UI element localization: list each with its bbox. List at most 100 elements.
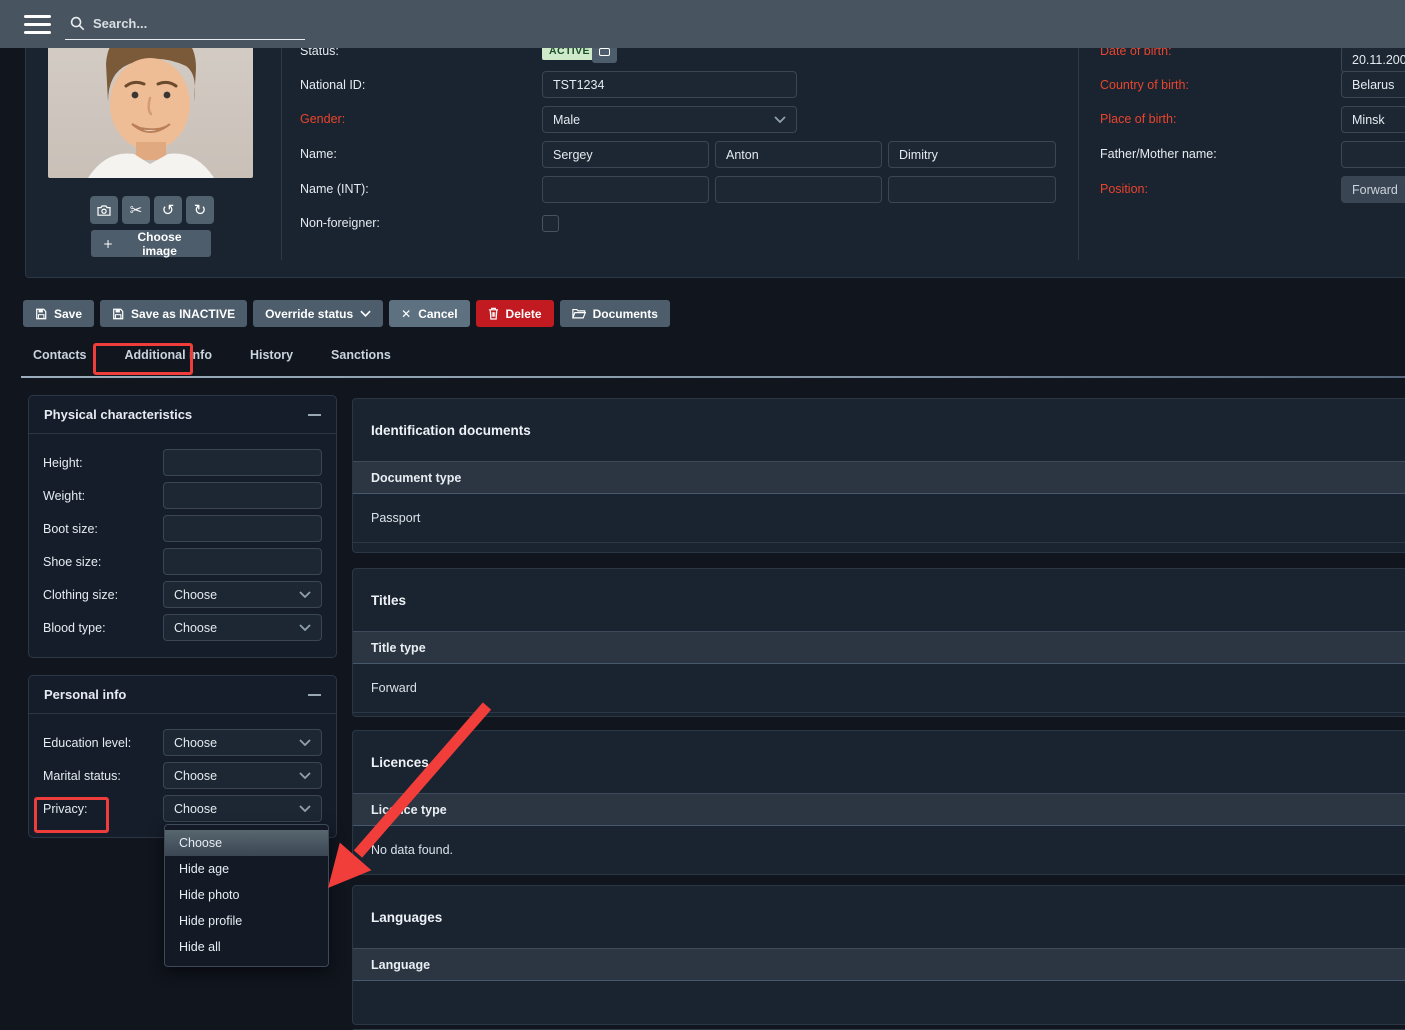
country-of-birth-input[interactable] — [1341, 71, 1405, 98]
chevron-down-icon — [299, 805, 311, 812]
table-column-header: Document type — [353, 461, 1405, 494]
table-row[interactable]: Passport — [353, 494, 1405, 543]
chevron-down-icon — [299, 624, 311, 631]
field-row-privacy: Privacy: Choose — [43, 795, 322, 822]
gender-value: Male — [553, 113, 580, 127]
save-label: Save — [54, 307, 82, 321]
height-input[interactable] — [163, 449, 322, 476]
crop-button[interactable]: ✂ — [122, 196, 150, 224]
field-row-marital: Marital status: Choose — [43, 762, 322, 789]
marital-status-label: Marital status: — [43, 769, 121, 783]
table-row — [353, 981, 1405, 1030]
save-button[interactable]: Save — [23, 300, 94, 327]
privacy-label: Privacy: — [43, 802, 87, 816]
name-int-first-input[interactable] — [542, 176, 709, 203]
field-row-height: Height: — [43, 449, 322, 476]
column-label: Licence type — [371, 803, 447, 817]
personal-info-panel: Personal info Education level: Choose Ma… — [28, 675, 337, 838]
education-level-label: Education level: — [43, 736, 131, 750]
name-label: Name: — [300, 147, 337, 161]
delete-button[interactable]: Delete — [476, 300, 554, 327]
place-of-birth-input[interactable] — [1341, 106, 1405, 133]
table-row-empty: No data found. — [353, 826, 1405, 875]
education-level-value: Choose — [174, 736, 217, 750]
name-first-input[interactable] — [542, 141, 709, 168]
shoe-size-input[interactable] — [163, 548, 322, 575]
blood-type-select[interactable]: Choose — [163, 614, 322, 641]
licences-section: Licences Licence type No data found. — [352, 730, 1405, 875]
blood-type-label: Blood type: — [43, 621, 106, 635]
field-row-blood-type: Blood type: Choose — [43, 614, 322, 641]
rotate-left-button[interactable]: ↺ — [154, 196, 182, 224]
boot-size-input[interactable] — [163, 515, 322, 542]
table-column-header: Title type — [353, 631, 1405, 664]
cell-value: Forward — [371, 681, 417, 695]
documents-label: Documents — [593, 307, 658, 321]
camera-button[interactable] — [90, 196, 118, 224]
cancel-button[interactable]: ✕ Cancel — [389, 300, 469, 327]
weight-input[interactable] — [163, 482, 322, 509]
non-foreigner-label: Non-foreigner: — [300, 216, 380, 230]
tab-contacts[interactable]: Contacts — [33, 348, 86, 362]
save-icon — [112, 308, 124, 320]
collapse-icon[interactable] — [308, 694, 321, 696]
tab-sanctions[interactable]: Sanctions — [331, 348, 391, 362]
weight-label: Weight: — [43, 489, 85, 503]
tab-history[interactable]: History — [250, 348, 293, 362]
rotate-left-icon: ↺ — [162, 201, 175, 219]
privacy-dropdown-menu: Choose Hide age Hide photo Hide profile … — [164, 824, 329, 967]
search-input[interactable] — [93, 16, 273, 31]
rotate-right-button[interactable]: ↻ — [186, 196, 214, 224]
chevron-down-icon — [774, 116, 786, 123]
hamburger-menu-icon[interactable] — [24, 15, 51, 34]
dob-input[interactable] — [1341, 46, 1405, 73]
plus-icon: + — [103, 237, 113, 251]
clothing-size-label: Clothing size: — [43, 588, 118, 602]
name-middle-input[interactable] — [715, 141, 882, 168]
name-int-last-input[interactable] — [888, 176, 1056, 203]
marital-status-select[interactable]: Choose — [163, 762, 322, 789]
blood-type-value: Choose — [174, 621, 217, 635]
rotate-right-icon: ↻ — [194, 201, 207, 219]
physical-characteristics-panel: Physical characteristics Height: Weight:… — [28, 395, 337, 658]
boot-size-label: Boot size: — [43, 522, 98, 536]
national-id-input[interactable] — [542, 71, 797, 98]
dropdown-option-choose[interactable]: Choose — [165, 830, 328, 856]
country-of-birth-label: Country of birth: — [1100, 78, 1189, 92]
tab-bar: Contacts Additional info History Sanctio… — [33, 348, 391, 362]
gender-select[interactable]: Male — [542, 106, 797, 133]
physical-panel-title: Physical characteristics — [44, 407, 192, 422]
dropdown-option-hide-photo[interactable]: Hide photo — [165, 882, 328, 908]
father-mother-input[interactable] — [1341, 141, 1405, 168]
clothing-size-select[interactable]: Choose — [163, 581, 322, 608]
tab-underline — [21, 376, 1405, 378]
national-id-label: National ID: — [300, 78, 365, 92]
collapse-icon[interactable] — [308, 414, 321, 416]
tab-additional-info[interactable]: Additional info — [124, 348, 211, 362]
choose-image-button[interactable]: + Choose image — [91, 230, 211, 257]
education-level-select[interactable]: Choose — [163, 729, 322, 756]
privacy-value: Choose — [174, 802, 217, 816]
name-last-input[interactable] — [888, 141, 1056, 168]
personal-panel-title: Personal info — [44, 687, 126, 702]
chevron-down-icon — [299, 739, 311, 746]
dropdown-option-hide-all[interactable]: Hide all — [165, 934, 328, 960]
non-foreigner-checkbox[interactable] — [542, 215, 559, 232]
table-row[interactable]: Forward — [353, 664, 1405, 713]
documents-button[interactable]: Documents — [560, 300, 670, 327]
field-row-weight: Weight: — [43, 482, 322, 509]
dropdown-option-hide-profile[interactable]: Hide profile — [165, 908, 328, 934]
dropdown-option-hide-age[interactable]: Hide age — [165, 856, 328, 882]
action-bar: Save Save as INACTIVE Override status ✕ … — [23, 300, 670, 327]
override-status-label: Override status — [265, 307, 353, 321]
name-int-middle-input[interactable] — [715, 176, 882, 203]
privacy-select[interactable]: Choose — [163, 795, 322, 822]
delete-label: Delete — [506, 307, 542, 321]
photo-toolbar: ✂ ↺ ↻ — [90, 196, 214, 224]
camera-icon — [97, 205, 111, 216]
override-status-button[interactable]: Override status — [253, 300, 383, 327]
name-int-label: Name (INT): — [300, 182, 369, 196]
position-input[interactable] — [1341, 176, 1405, 203]
save-as-inactive-button[interactable]: Save as INACTIVE — [100, 300, 247, 327]
field-row-education: Education level: Choose — [43, 729, 322, 756]
